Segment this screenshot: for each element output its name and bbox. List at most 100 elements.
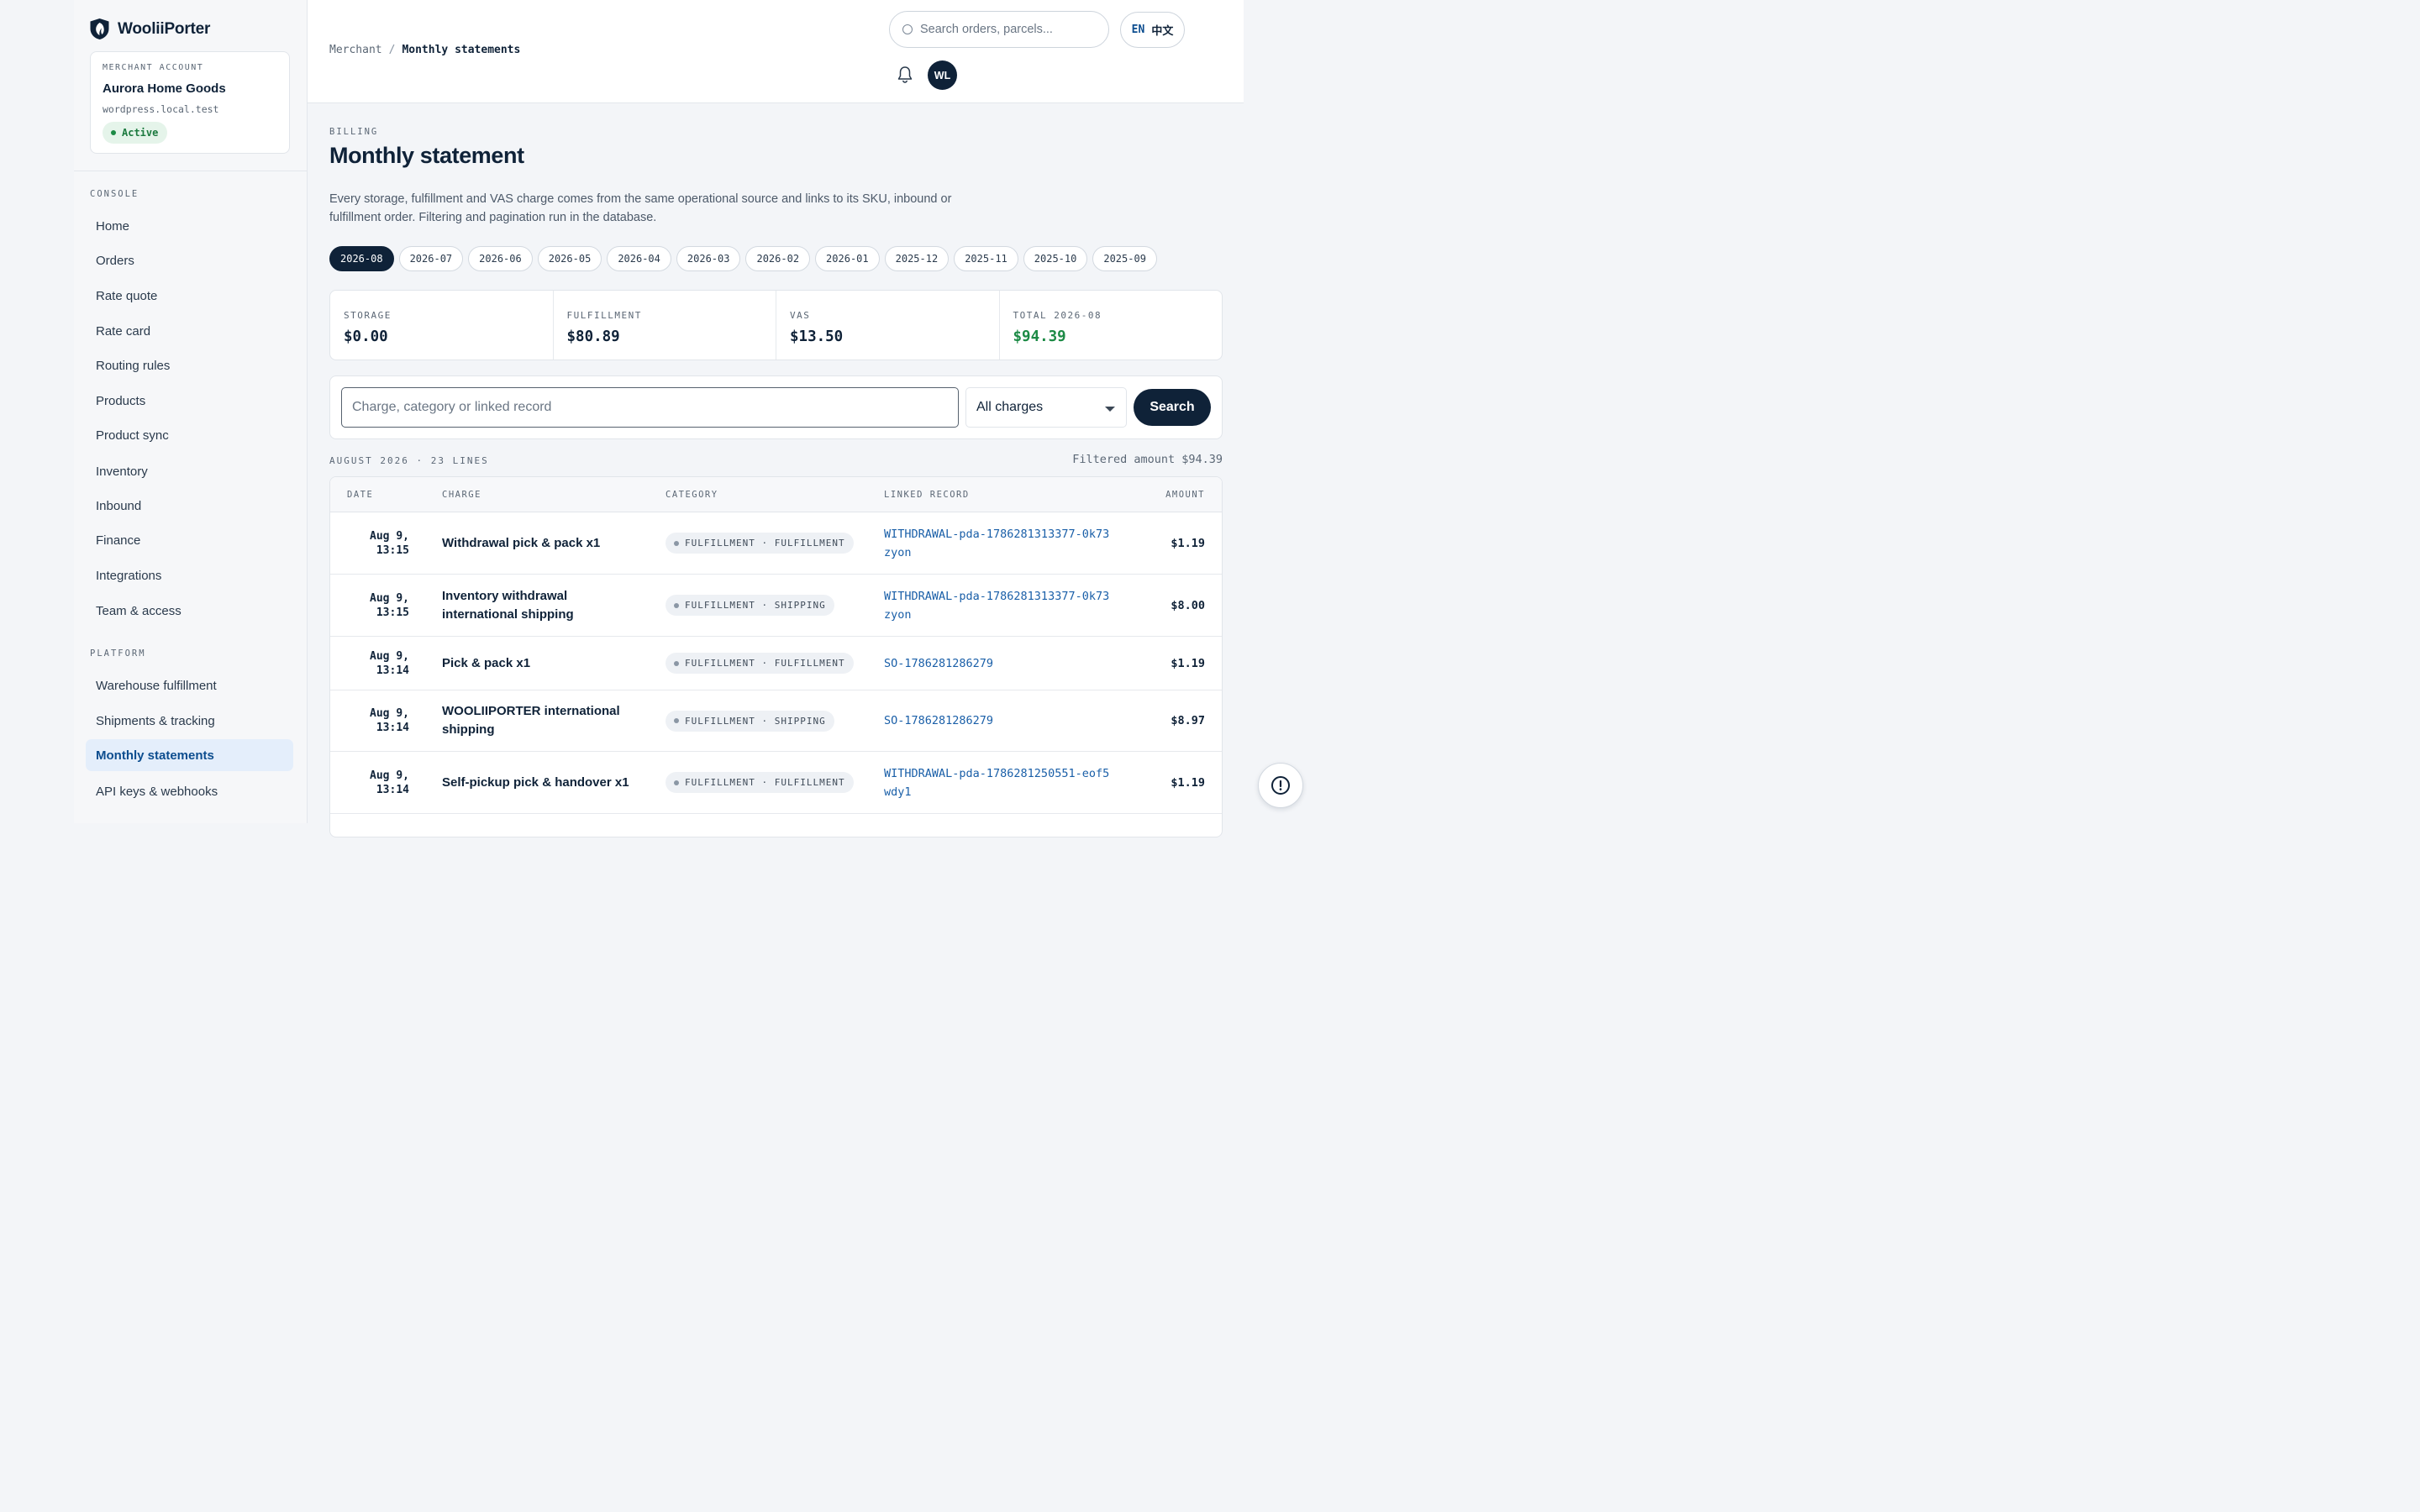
month-chip[interactable]: 2026-08 — [329, 246, 394, 271]
month-chip[interactable]: 2025-10 — [1023, 246, 1088, 271]
search-input[interactable]: Search orders, parcels... — [889, 11, 1109, 48]
breadcrumb-separator: / — [388, 44, 396, 56]
statement-summary: AUGUST 2026 · 23 LINES — [329, 455, 489, 466]
sidebar-item-integrations[interactable]: Integrations — [86, 559, 293, 591]
row-linked-record[interactable]: SO-1786281286279 — [884, 637, 1111, 690]
sidebar-item-team-access[interactable]: Team & access — [86, 595, 293, 627]
row-date-day: Aug 9, — [370, 649, 409, 663]
category-pill: FULFILLMENT · SHIPPING — [666, 710, 834, 732]
stat-value: $13.50 — [790, 328, 844, 345]
row-category: FULFILLMENT · FULFILLMENT — [666, 512, 854, 574]
column-header-charge[interactable]: CHARGE — [442, 490, 481, 500]
row-date-day: Aug 9, — [370, 529, 409, 543]
row-date-time: 13:15 — [376, 543, 409, 557]
charge-type-select[interactable]: All charges — [965, 387, 1127, 428]
sidebar-item-shipments-tracking[interactable]: Shipments & tracking — [86, 705, 293, 737]
merchant-name: Aurora Home Goods — [103, 81, 226, 96]
language-toggle[interactable]: EN 中文 — [1120, 12, 1185, 48]
row-linked-record[interactable]: WITHDRAWAL-pda-1786281313377-0k73zyon — [884, 512, 1111, 574]
stat-label: TOTAL 2026-08 — [1013, 310, 1102, 321]
row-linked-record[interactable]: WITHDRAWAL-pda-1786281313377-0k73zyon — [884, 575, 1111, 636]
category-pill-label: FULFILLMENT · FULFILLMENT — [685, 538, 845, 549]
stat-vas: VAS $13.50 — [776, 291, 1000, 360]
stat-storage: STORAGE $0.00 — [330, 291, 554, 360]
sidebar-item-products[interactable]: Products — [86, 385, 293, 417]
sidebar-item-rate-card[interactable]: Rate card — [86, 315, 293, 347]
breadcrumb-root[interactable]: Merchant — [329, 44, 382, 56]
sidebar-item-orders[interactable]: Orders — [86, 244, 293, 276]
sidebar-item-api-keys-webhooks[interactable]: API keys & webhooks — [86, 775, 293, 807]
category-pill-label: FULFILLMENT · FULFILLMENT — [685, 777, 845, 788]
sidebar-item-home[interactable]: Home — [86, 210, 293, 242]
table-row[interactable]: Aug 9, 13:14 Self-pickup pick & handover … — [330, 752, 1222, 814]
brand[interactable]: WooliiPorter — [89, 18, 210, 40]
month-chip[interactable]: 2026-04 — [607, 246, 671, 271]
row-linked-record[interactable]: WITHDRAWAL-pda-1786281250551-eof5wdy1 — [884, 752, 1111, 813]
sidebar-item-product-sync[interactable]: Product sync — [86, 419, 293, 451]
bell-icon[interactable] — [897, 66, 913, 84]
row-date: Aug 9, 13:14 — [347, 690, 409, 751]
category-pill-label: FULFILLMENT · SHIPPING — [685, 715, 826, 727]
row-date-time: 13:14 — [376, 664, 409, 677]
breadcrumb: Merchant / Monthly statements — [329, 44, 520, 56]
status-badge-label: Active — [122, 127, 159, 139]
column-header-amount[interactable]: AMOUNT — [1165, 490, 1205, 500]
stat-value: $0.00 — [344, 328, 388, 345]
row-date-day: Aug 9, — [370, 707, 409, 720]
search-button[interactable]: Search — [1134, 389, 1211, 426]
column-header-date[interactable]: DATE — [347, 490, 373, 500]
column-header-linked-record[interactable]: LINKED RECORD — [884, 490, 970, 500]
avatar[interactable]: WL — [928, 60, 957, 90]
row-amount: $1.19 — [1171, 536, 1205, 550]
table-row[interactable]: Aug 9, 13:14 Pick & pack x1 FULFILLMENT ·… — [330, 637, 1222, 690]
page-eyebrow: BILLING — [329, 127, 379, 137]
stat-label: VAS — [790, 310, 811, 321]
month-chip[interactable]: 2025-11 — [954, 246, 1018, 271]
row-date-day: Aug 9, — [370, 591, 409, 605]
row-amount: $1.19 — [1171, 656, 1205, 670]
row-date: Aug 9, 13:14 — [347, 637, 409, 690]
column-header-category[interactable]: CATEGORY — [666, 490, 718, 500]
row-category: FULFILLMENT · FULFILLMENT — [666, 752, 854, 813]
sidebar-item-routing-rules[interactable]: Routing rules — [86, 349, 293, 381]
row-date-time: 13:14 — [376, 722, 409, 734]
stats-panel: STORAGE $0.00 FULFILLMENT $80.89 VAS $13… — [329, 290, 1223, 360]
month-chip[interactable]: 2025-12 — [884, 246, 950, 271]
category-pill-label: FULFILLMENT · SHIPPING — [685, 600, 826, 611]
stat-label: FULFILLMENT — [566, 310, 642, 321]
console-section-label: CONSOLE — [90, 189, 139, 199]
category-pill: FULFILLMENT · FULFILLMENT — [666, 653, 854, 674]
category-dot-icon — [674, 602, 679, 608]
table-row[interactable]: Aug 9, 13:14 WOOLIIPORTER international s… — [330, 690, 1222, 752]
filtered-amount: Filtered amount $94.39 — [1072, 453, 1223, 466]
brand-name: WooliiPorter — [118, 19, 211, 38]
table-row[interactable]: Aug 9, 13:15 Inventory withdrawal interna… — [330, 575, 1222, 637]
status-badge: Active — [103, 122, 168, 144]
shield-logo-icon — [90, 18, 109, 39]
lang-en[interactable]: EN — [1132, 24, 1145, 36]
lang-zh[interactable]: 中文 — [1151, 22, 1173, 38]
sidebar-item-warehouse-fulfillment[interactable]: Warehouse fulfillment — [86, 669, 293, 701]
month-chip[interactable]: 2026-05 — [537, 246, 602, 271]
charge-search-input[interactable]: Charge, category or linked record — [341, 387, 959, 428]
help-button[interactable] — [1258, 763, 1303, 808]
sidebar-item-monthly-statements[interactable]: Monthly statements — [86, 739, 293, 771]
sidebar-item-inbound[interactable]: Inbound — [86, 490, 293, 522]
row-date: Aug 9, 13:15 — [347, 512, 409, 574]
table-row[interactable]: Aug 9, 13:15 Withdrawal pick & pack x1 FU… — [330, 512, 1222, 575]
category-dot-icon — [674, 540, 679, 546]
sidebar-item-finance[interactable]: Finance — [86, 524, 293, 556]
month-chip[interactable]: 2026-01 — [815, 246, 880, 271]
breadcrumb-current: Monthly statements — [402, 44, 521, 56]
month-chip[interactable]: 2026-06 — [468, 246, 533, 271]
sidebar-item-inventory[interactable]: Inventory — [86, 455, 293, 487]
month-chip[interactable]: 2025-09 — [1092, 246, 1157, 271]
charges-table: DATE CHARGE CATEGORY LINKED RECORD AMOUN… — [329, 476, 1223, 837]
month-chip[interactable]: 2026-02 — [745, 246, 811, 271]
month-chip[interactable]: 2026-07 — [398, 246, 464, 271]
month-chip[interactable]: 2026-03 — [676, 246, 741, 271]
row-charge: Inventory withdrawal international shipp… — [442, 588, 574, 622]
sidebar-item-rate-quote[interactable]: Rate quote — [86, 280, 293, 312]
row-linked-record[interactable]: SO-1786281286279 — [884, 690, 1111, 751]
row-date-time: 13:14 — [376, 783, 409, 796]
